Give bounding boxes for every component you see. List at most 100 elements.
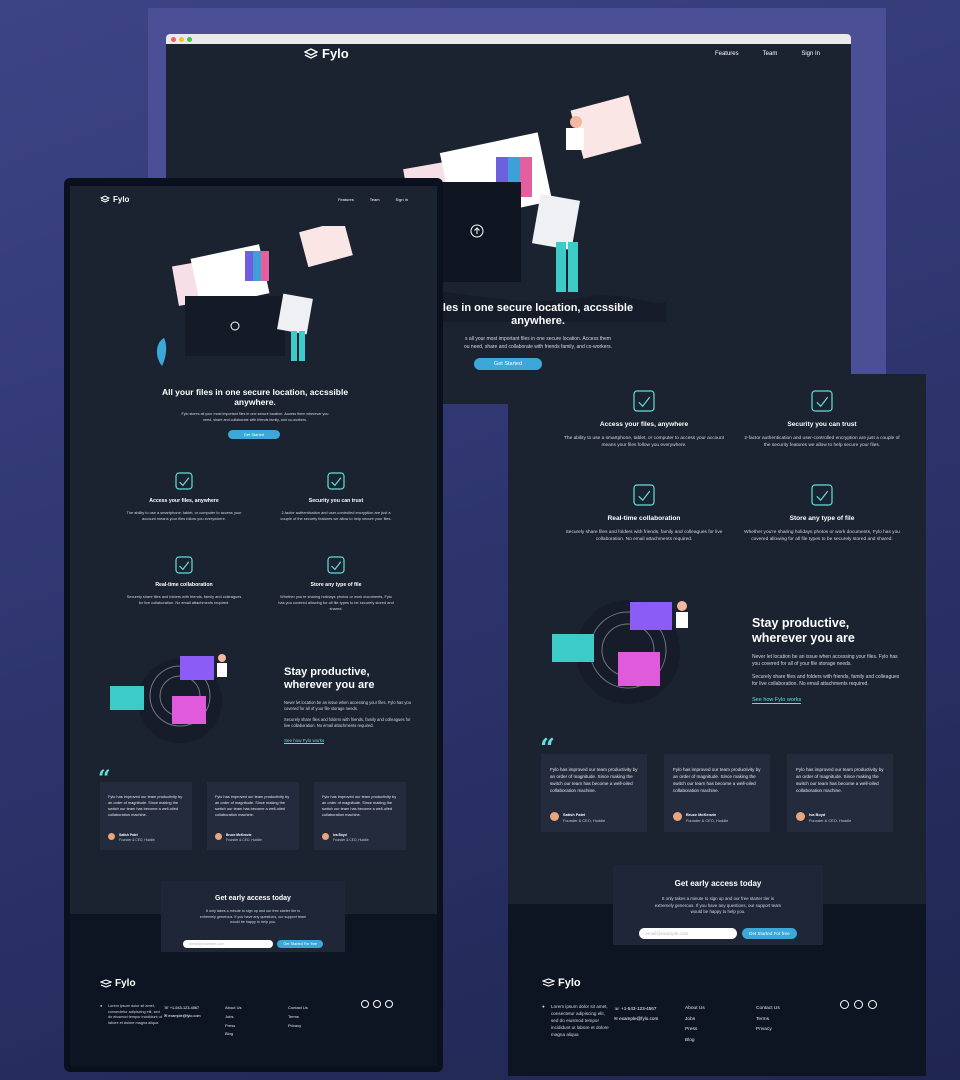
feature-title: Store any type of file xyxy=(789,515,855,522)
access-title: Get early access today xyxy=(215,895,291,902)
productive-illustration xyxy=(552,600,688,704)
footer-logo-text: Fylo xyxy=(115,978,136,989)
access-button[interactable]: Get Started For free xyxy=(741,927,797,939)
feature-title: Real-time collaboration xyxy=(607,515,681,522)
logo-text: Fylo xyxy=(113,195,130,204)
footer-link-about[interactable]: About Us xyxy=(685,1004,705,1015)
facebook-icon[interactable] xyxy=(361,1000,369,1008)
left-page-content: Fylo Features Team Sign In All your file… xyxy=(70,186,437,914)
feature-title: Access your files, anywhere xyxy=(149,498,219,504)
testimonial-card: Fylo has improved our team productivity … xyxy=(314,782,406,850)
avatar xyxy=(796,812,805,821)
footer-link-jobs[interactable]: Jobs xyxy=(225,1013,241,1022)
feature-card: Security you can trust 2-factor authenti… xyxy=(278,470,394,522)
nav-features[interactable]: Features xyxy=(338,197,354,202)
email-input[interactable]: email@example.com xyxy=(639,927,738,939)
maximize-dot xyxy=(187,36,192,42)
footer-link-privacy[interactable]: Privacy xyxy=(756,1025,780,1036)
feature-text: 2-factor authentication and user-control… xyxy=(744,436,900,449)
feature-text: The ability to use a smartphone, tablet,… xyxy=(564,436,724,449)
plant-icon xyxy=(156,338,167,366)
see-how-link[interactable]: See how Fylo works xyxy=(752,697,802,704)
footer-link-contact[interactable]: Contact Us xyxy=(756,1004,780,1015)
testimonial-text: Fylo has improved our team productivity … xyxy=(673,767,761,793)
access-title: Get early access today xyxy=(674,879,762,888)
testimonial-text: Fylo has improved our team productivity … xyxy=(108,794,183,817)
shield-check-icon xyxy=(811,390,833,412)
avatar xyxy=(108,833,115,840)
hero-subtitle-partial: s all your most important files in one s… xyxy=(465,336,611,342)
footer-email: example@fylo.com xyxy=(168,1014,201,1019)
instagram-icon[interactable] xyxy=(868,1000,877,1009)
productive-title-2: wherever you are xyxy=(284,679,375,692)
hero-cta-button[interactable]: Get Started xyxy=(228,430,280,439)
logo[interactable]: Fylo xyxy=(100,195,129,204)
testimonial-role: Founder & CEO, Huddle xyxy=(119,838,155,843)
testimonial-card: Fylo has improved our team productivity … xyxy=(100,782,192,850)
testimonial-role: Founder & CEO, Huddle xyxy=(333,838,369,843)
right-page-mockup: Access your files, anywhere The ability … xyxy=(508,374,926,1076)
logo-icon xyxy=(542,977,555,987)
footer-social xyxy=(840,1000,877,1009)
productive-text-2: Securely share files and folders with fr… xyxy=(752,673,900,687)
footer-link-jobs[interactable]: Jobs xyxy=(685,1015,705,1026)
nav-team[interactable]: Team xyxy=(370,197,380,202)
productive-title: Stay productive, xyxy=(752,616,850,630)
hero-title-partial: les in one secure location, accssible xyxy=(442,302,634,314)
footer-link-terms[interactable]: Terms xyxy=(756,1015,780,1026)
productive-text-2: Securely share files and folders with fr… xyxy=(284,717,411,729)
hero-subtitle: Fylo stores all your most important file… xyxy=(181,412,329,422)
nav-team[interactable]: Team xyxy=(763,51,778,57)
footer-link-terms[interactable]: Terms xyxy=(288,1013,308,1022)
feature-text: Whether you're sharing holidays photos o… xyxy=(278,594,394,611)
footer-logo-text: Fylo xyxy=(558,977,581,989)
feature-text: Whether you're sharing holidays photos o… xyxy=(744,530,900,543)
feature-text: The ability to use a smartphone, tablet,… xyxy=(126,510,242,521)
logo[interactable]: Fylo xyxy=(304,46,349,61)
close-dot xyxy=(171,36,176,42)
footer-social xyxy=(361,1000,393,1008)
avatar xyxy=(322,833,329,840)
testimonial-card: Fylo has improved our team productivity … xyxy=(787,754,893,832)
logo-icon xyxy=(304,47,318,59)
footer-link-privacy[interactable]: Privacy xyxy=(288,1022,308,1031)
avatar xyxy=(550,812,559,821)
footer-link-blog[interactable]: Blog xyxy=(685,1036,705,1047)
testimonial-text: Fylo has improved our team productivity … xyxy=(322,794,397,817)
see-how-link[interactable]: See how Fylo works xyxy=(284,738,325,745)
nav-signin[interactable]: Sign In xyxy=(396,197,408,202)
testimonial-card: Fylo has improved our team productivity … xyxy=(664,754,770,832)
twitter-icon[interactable] xyxy=(854,1000,863,1009)
facebook-icon[interactable] xyxy=(840,1000,849,1009)
footer-address: ● Lorem ipsum dolor sit amet, consectetu… xyxy=(542,1004,613,1038)
footer-link-about[interactable]: About Us xyxy=(225,1004,241,1013)
twitter-icon[interactable] xyxy=(373,1000,381,1008)
hero-cta-button[interactable]: Get Started xyxy=(474,358,542,370)
testimonial-role: Founder & CEO, Huddle xyxy=(563,818,606,824)
feature-text: Securely share files and folders with fr… xyxy=(565,530,723,543)
nav-signin[interactable]: Sign In xyxy=(801,51,820,57)
left-page-mockup: Fylo Features Team Sign In All your file… xyxy=(64,178,443,1072)
testimonial-text: Fylo has improved our team productivity … xyxy=(215,794,290,817)
instagram-icon[interactable] xyxy=(385,1000,393,1008)
footer-link-press[interactable]: Press xyxy=(685,1025,705,1036)
testimonial-role: Founder & CEO, Huddle xyxy=(226,838,262,843)
productive-title-2: wherever you are xyxy=(752,631,855,645)
productive-illustration xyxy=(110,654,227,743)
upload-icon xyxy=(470,224,484,238)
hero-title-partial-2: anywhere. xyxy=(511,315,565,328)
feature-title: Security you can trust xyxy=(308,498,364,504)
nav-features[interactable]: Features xyxy=(715,51,739,57)
footer-link-contact[interactable]: Contact Us xyxy=(288,1004,308,1013)
footer-link-blog[interactable]: Blog xyxy=(225,1030,241,1039)
footer-link-press[interactable]: Press xyxy=(225,1022,241,1031)
access-card: Get early access today It only takes a m… xyxy=(161,881,345,952)
logo-icon xyxy=(100,195,110,203)
feature-text: 2-factor authentication and user-control… xyxy=(280,510,392,521)
feature-card: Store any type of file Whether you're sh… xyxy=(742,482,902,543)
footer-email: example@fylo.com xyxy=(619,1016,659,1022)
testimonial-card: Fylo has improved our team productivity … xyxy=(541,754,647,832)
access-button[interactable]: Get Started For free xyxy=(277,939,324,948)
email-input[interactable]: email@example.com xyxy=(182,939,273,948)
footer-links-1: About Us Jobs Press Blog xyxy=(685,1004,705,1046)
